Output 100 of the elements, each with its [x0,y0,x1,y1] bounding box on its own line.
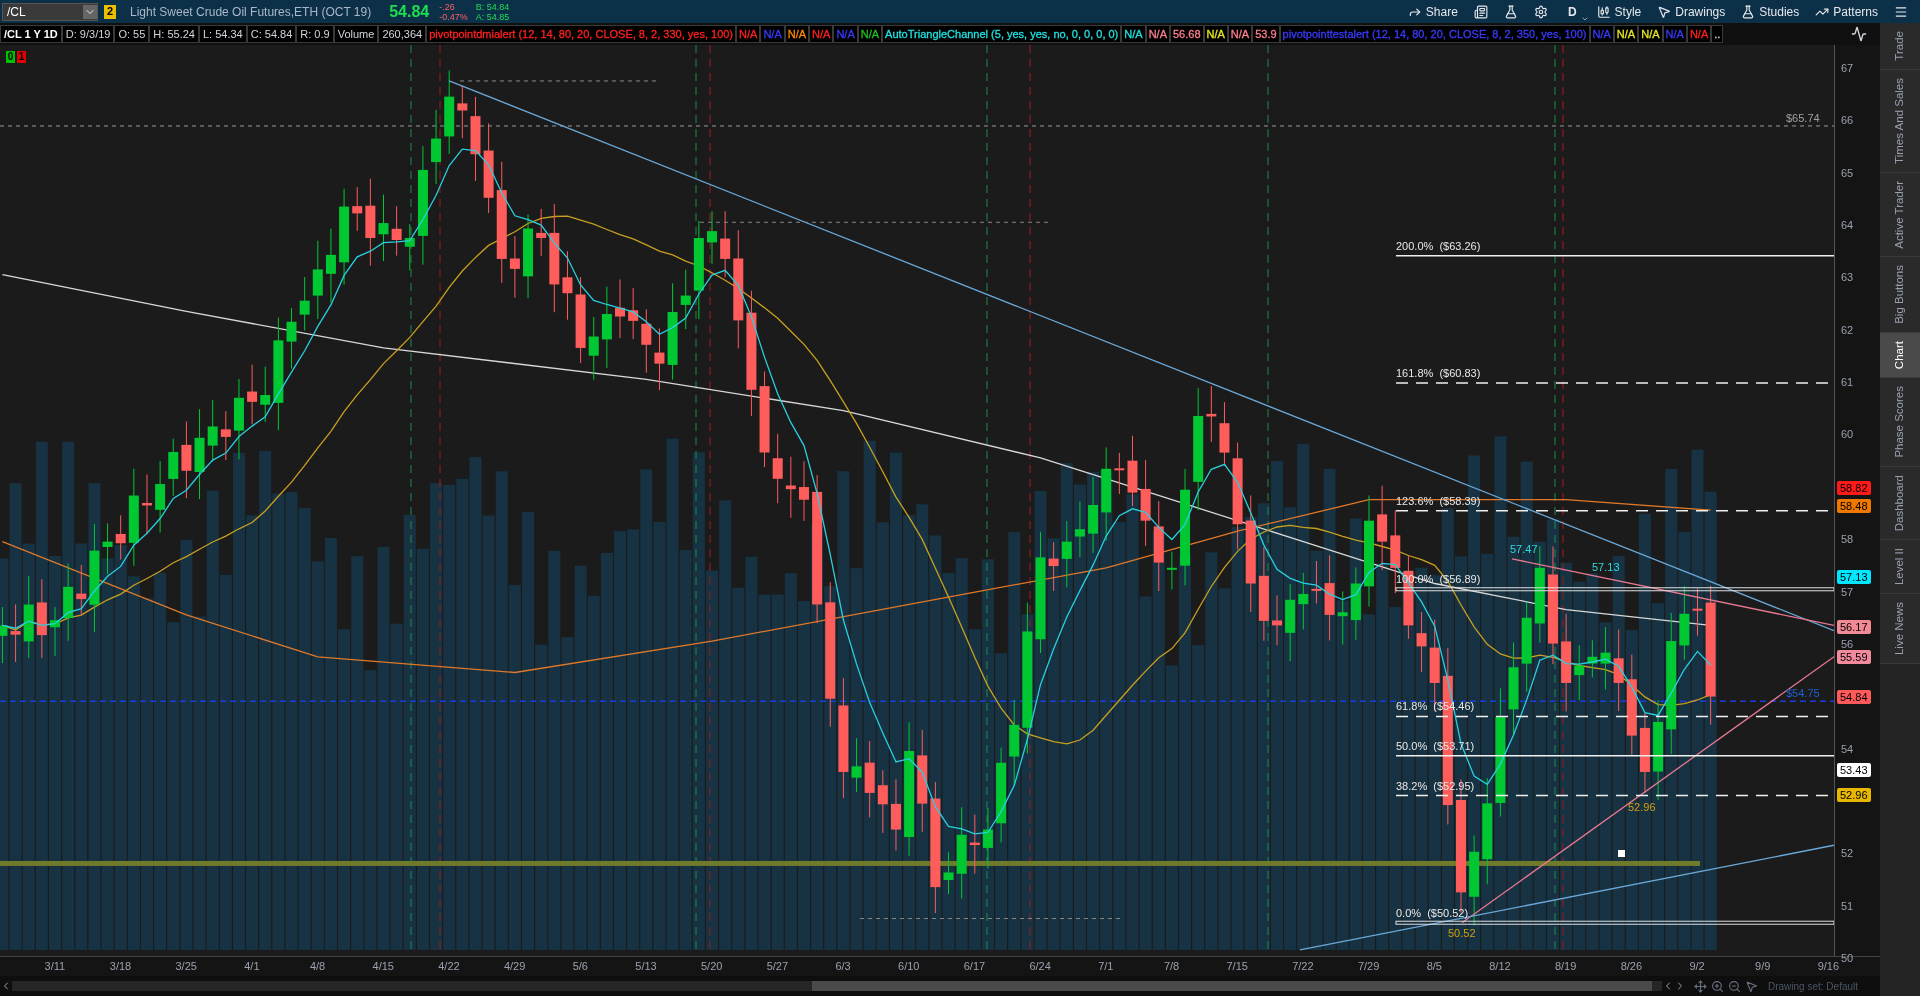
study-value: N/A [1203,25,1228,43]
pan-icon[interactable] [1694,979,1707,993]
date-axis-label: 6/24 [1028,959,1052,975]
pointer-icon[interactable] [1745,979,1758,993]
study-value: N/A [736,25,761,43]
pivot-label: 50.52 [1448,926,1476,939]
fibonacci-label: 0.0% ($50.52) [1396,906,1469,919]
date-axis-label: 3/25 [174,959,198,975]
price-badge: 57.13 [1837,569,1871,584]
toolbar-button[interactable]: Style [1588,0,1650,23]
price-badge: 53.43 [1837,763,1871,778]
date-axis-label: 8/12 [1488,959,1512,975]
toolbar-button[interactable]: Studies [1733,0,1808,23]
symbol-field[interactable]: /CL [2,2,98,21]
link-badge[interactable]: 2 [104,4,116,19]
price-badge: 58.82 [1837,481,1871,496]
study-value: N/A [784,25,810,43]
date-axis-label: 4/22 [437,959,461,975]
price-axis-label: 57 [1841,584,1854,599]
settings-icon [1533,4,1548,19]
study-value: N/A [1638,25,1663,43]
date-axis-label: 9/9 [1754,959,1772,975]
sidebar-tab[interactable]: Chart [1880,333,1920,379]
scrollbar-thumb[interactable] [812,981,1652,991]
price-badge: 52.96 [1837,788,1871,802]
date-axis-label: 6/17 [962,959,987,975]
price-badge: 58.48 [1837,499,1871,513]
fibonacci-label: 161.8% ($60.83) [1396,367,1481,379]
study-value: N/A [1662,25,1687,43]
date-axis-label: 7/29 [1356,959,1381,975]
study-value: .. [1711,25,1724,43]
pointer-icon [1657,4,1672,19]
date-axis-label: 9/2 [1688,959,1706,975]
toolbar-button[interactable]: Share [1399,0,1466,23]
date-axis-label: 7/15 [1225,959,1249,975]
toolbar-button[interactable]: Drawings [1649,0,1734,23]
date-axis-label: 5/27 [765,959,790,975]
chart-header-field: H: 55.24 [149,25,199,43]
sidebar-tab[interactable]: Phase Scores [1880,378,1920,467]
date-axis-label: 8/26 [1619,959,1644,975]
price-line-label: $54.75 [1786,687,1820,700]
sidebar-tab[interactable]: Dashboard [1880,466,1920,541]
price-axis-label: 63 [1841,270,1854,285]
date-axis-label: 5/6 [571,959,589,975]
study-value: N/A [1589,25,1614,43]
study-value: pivotpointdmialert (12, 14, 80, 20, CLOSE, 8, 2, 330, yes, 100) [426,25,737,43]
study-value: N/A [1121,25,1146,43]
sidebar-tab[interactable]: Live News [1880,594,1920,665]
last-price: 54.84 [389,1,430,22]
date-axis-label: 4/15 [371,959,395,975]
menu-icon [1894,4,1908,19]
chart-header-field: O: 55 [114,25,150,43]
price-axis-label: 54 [1841,741,1854,756]
price-axis-label: 52 [1841,846,1854,861]
pivot-label: 57.47 [1510,542,1538,555]
price-axis-label: 66 [1841,113,1854,128]
zoom-out-icon[interactable] [1728,979,1741,993]
price-badge: 54.84 [1837,689,1871,704]
price-axis-label: 51 [1841,898,1854,913]
price-badge: 56.17 [1837,619,1871,634]
study-value: pivotpointtestalert (12, 14, 80, 20, CLOSE, 8, 2, 350, yes, 100) [1279,25,1590,43]
chart-header-field: /CL 1 Y 1D [0,25,62,43]
flask-icon [1741,4,1756,19]
price-axis-label: 60 [1841,427,1854,442]
sidebar-tab[interactable]: Trade [1880,23,1920,70]
price-line-label: $65.74 [1786,111,1820,124]
price-axis-label: 61 [1841,375,1854,390]
chart-header-field: Volume [333,25,379,43]
date-axis-label: 7/22 [1291,959,1315,975]
sidebar-tab[interactable]: Times And Sales [1880,69,1920,173]
candlestick-icon [1596,4,1611,19]
study-value: N/A [857,25,883,43]
study-value: N/A [1227,25,1253,43]
price-axis-label: 56 [1841,636,1854,651]
chart-header-field: C: 54.84 [246,25,297,43]
date-axis-label: 4/1 [243,959,261,975]
study-value: N/A [1613,25,1639,43]
date-axis-label: 7/8 [1162,959,1181,975]
aggregation-menu-button[interactable]: D [1555,0,1589,23]
sidebar-tab[interactable]: Level II [1880,540,1920,595]
price-axis-label: 67 [1841,61,1854,75]
net-change: -.26 [439,1,456,12]
zoom-in-icon[interactable] [1711,979,1724,993]
sidebar-tab[interactable]: Big Buttons [1880,257,1920,334]
caret-icon [1580,15,1589,23]
ask-price: A: 54.85 [475,11,510,22]
date-axis-label: 8/5 [1425,959,1443,975]
percent-change: -0.47% [439,11,468,22]
date-axis-label: 8/19 [1553,959,1578,975]
price-axis-label: 64 [1841,218,1854,233]
price-axis-label: 50 [1841,950,1854,965]
study-value: N/A [760,25,785,43]
study-value: 53.9 [1252,25,1280,43]
sidebar-tab[interactable]: Active Trader [1880,172,1920,258]
pivot-label: 57.13 [1592,560,1620,573]
date-axis-label: 6/10 [897,959,921,975]
instrument-description: Light Sweet Crude Oil Futures,ETH (OCT 19) [130,3,372,21]
toolbar-button[interactable]: Patterns [1807,0,1886,23]
study-value: 56.68 [1169,25,1204,43]
date-axis-label: 5/20 [700,959,724,975]
